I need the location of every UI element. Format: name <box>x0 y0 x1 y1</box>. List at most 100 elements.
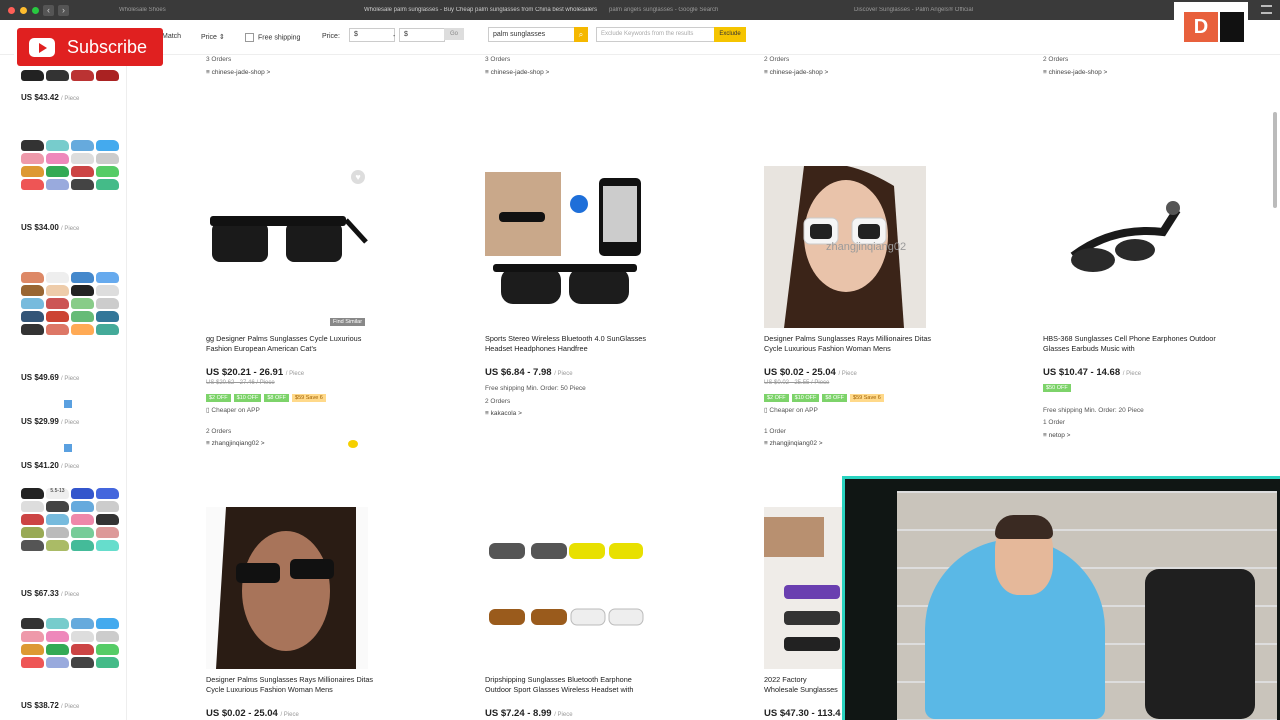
shipping-info-4: Free shipping Min. Order: 20 Piece <box>1043 407 1144 414</box>
product-title-3[interactable]: Designer Palms Sunglasses Rays Millionai… <box>764 334 939 354</box>
chair <box>1145 569 1255 719</box>
product-old-price-3: US $0.02 - 25.55 / Piece <box>764 380 830 386</box>
product-shop-1[interactable]: ≡ zhangjinqiang02 > <box>206 440 265 447</box>
product-old-price-1: US $20.62 - 27.46 / Piece <box>206 380 275 386</box>
coupon-badge[interactable]: $2 OFF <box>206 394 231 402</box>
search-icon[interactable]: ⌕ <box>574 27 588 42</box>
top-orders-2: 3 Orders <box>485 56 511 63</box>
page-scrollbar[interactable] <box>1273 112 1277 208</box>
tab-wholesale-shoes[interactable]: Wholesale Shoes <box>109 7 354 13</box>
top-shop-1[interactable]: ≡ chinese-jade-shop > <box>206 69 270 76</box>
coupon-badge[interactable]: $10 OFF <box>233 394 262 402</box>
product-price-6: US $7.24 - 8.99 / Piece <box>485 708 573 719</box>
coupon-badges-3: $2 OFF $10 OFF $8 OFF $59 Save 6 <box>764 394 887 402</box>
product-image-4[interactable] <box>1043 166 1203 328</box>
tab-google[interactable]: palm angels sunglasses - Google Search <box>599 7 844 13</box>
similar-items-sidebar: US $43.42 / Piece US $34.00 / Piece US $… <box>14 54 127 720</box>
top-shop-3[interactable]: ≡ chinese-jade-shop > <box>764 69 828 76</box>
max-price-input[interactable]: $ <box>399 28 445 42</box>
logo-bar <box>1220 12 1244 42</box>
product-title-2[interactable]: Sports Stereo Wireless Bluetooth 4.0 Sun… <box>485 334 660 354</box>
shoe-thumb-1[interactable] <box>21 70 119 81</box>
tab-palm-angels[interactable]: Discover Sunglasses - Palm Angels® Offic… <box>844 7 1089 13</box>
price-sort[interactable]: Price ⇕ <box>201 33 225 41</box>
coupon-badge[interactable]: $59 Save 6 <box>292 394 326 402</box>
size-badge: 5.5-13 <box>46 488 69 499</box>
wishlist-heart-icon[interactable]: ♥ <box>351 170 365 184</box>
product-title-1[interactable]: gg Designer Palms Sunglasses Cycle Luxur… <box>206 334 381 354</box>
product-shop-3[interactable]: ≡ zhangjinqiang02 > <box>764 440 823 447</box>
free-shipping-checkbox[interactable] <box>245 33 254 42</box>
image-watermark: zhangjinqiang02 <box>826 241 906 253</box>
shoe-thumb-6[interactable]: 5.5-13 <box>21 488 119 551</box>
product-image-6[interactable] <box>485 507 647 669</box>
top-shop-2[interactable]: ≡ chinese-jade-shop > <box>485 69 549 76</box>
close-dot[interactable] <box>8 6 15 14</box>
product-orders-3: 1 Order <box>764 428 787 435</box>
coupon-badge[interactable]: $8 OFF <box>822 394 848 402</box>
min-price-input[interactable]: $ <box>349 28 395 42</box>
free-shipping-filter[interactable]: Free shipping <box>245 33 300 42</box>
product-image-5[interactable] <box>206 507 368 669</box>
top-shop-4[interactable]: ≡ chinese-jade-shop > <box>1043 69 1107 76</box>
search-input[interactable]: palm sunglasses <box>488 27 580 42</box>
image-placeholder-icon <box>64 400 72 408</box>
product-image-2[interactable] <box>485 166 645 328</box>
minimize-dot[interactable] <box>20 6 27 14</box>
match-sort[interactable]: Match <box>162 33 181 40</box>
bluetooth-sunglasses-image <box>485 172 641 304</box>
app-note-1: ▯ Cheaper on APP <box>206 407 260 414</box>
go-button[interactable]: Go <box>444 28 464 40</box>
product-title-4[interactable]: HBS-368 Sunglasses Cell Phone Earphones … <box>1043 334 1218 354</box>
subscribe-label: Subscribe <box>67 36 148 57</box>
tab-dhgate[interactable]: Wholesale palm sunglasses - Buy Cheap pa… <box>354 7 599 13</box>
product-title-6[interactable]: Dripshipping Sunglasses Bluetooth Earpho… <box>485 675 660 695</box>
back-icon[interactable]: ‹ <box>43 4 54 16</box>
app-note-3: ▯ Cheaper on APP <box>764 407 818 414</box>
model-black-sunglasses-image <box>216 507 356 669</box>
price-label: Price: <box>322 33 340 40</box>
coupon-badge[interactable]: $50 OFF <box>1043 384 1071 392</box>
sidebar-price-6: US $67.33 / Piece <box>21 589 80 598</box>
chat-icon[interactable] <box>348 440 358 448</box>
webcam-overlay <box>842 476 1280 720</box>
shoe-thumb-7[interactable] <box>21 618 119 668</box>
shipping-info-2: Free shipping Min. Order: 50 Piece <box>485 385 586 392</box>
coupon-badge[interactable]: $8 OFF <box>264 394 290 402</box>
sidebar-price-4: US $29.99 / Piece <box>21 417 80 426</box>
exclude-input[interactable]: Exclude Keywords from the results <box>596 27 716 42</box>
price-dash: - <box>393 33 396 40</box>
sidebar-price-7: US $38.72 / Piece <box>21 701 80 710</box>
bluetooth-sport-glasses-image <box>489 543 644 626</box>
product-shop-2[interactable]: ≡ kakacola > <box>485 410 522 417</box>
subscribe-overlay[interactable]: Subscribe <box>17 28 163 66</box>
sunglasses-collection-image <box>764 517 840 651</box>
sidebar-price-5: US $41.20 / Piece <box>21 461 80 470</box>
maximize-dot[interactable] <box>32 6 39 14</box>
product-image-3[interactable]: zhangjinqiang02 <box>764 163 926 328</box>
product-shop-4[interactable]: ≡ netop > <box>1043 432 1070 439</box>
sidebar-price-2: US $34.00 / Piece <box>21 223 80 232</box>
coupon-badge[interactable]: $2 OFF <box>764 394 789 402</box>
top-orders-4: 2 Orders <box>1043 56 1069 63</box>
product-title-5[interactable]: Designer Palms Sunglasses Rays Millionai… <box>206 675 381 695</box>
product-image-7[interactable] <box>764 507 844 669</box>
coupon-badge[interactable]: $10 OFF <box>791 394 820 402</box>
hamburger-icon[interactable] <box>1261 5 1272 14</box>
shoe-thumb-3[interactable] <box>21 272 119 335</box>
exclude-button[interactable]: Exclude <box>714 27 746 42</box>
forward-icon[interactable]: › <box>58 4 69 16</box>
top-orders-3: 2 Orders <box>764 56 790 63</box>
product-title-7[interactable]: 2022 Factory Wholesale Sunglasses angles… <box>764 675 842 695</box>
image-placeholder-icon <box>64 444 72 452</box>
model-white-sunglasses-image: zhangjinqiang02 <box>784 163 906 328</box>
logo-letter: D <box>1184 12 1218 42</box>
product-price-1: US $20.21 - 26.91 / Piece <box>206 367 305 378</box>
coupon-badges-4: $50 OFF <box>1043 384 1074 392</box>
coupon-badge[interactable]: $59 Save 6 <box>850 394 884 402</box>
product-price-4: US $10.47 - 14.68 / Piece <box>1043 367 1142 378</box>
filter-bar: Match Price ⇕ Free shipping Price: $ - $… <box>0 20 1280 55</box>
shoe-thumb-2[interactable] <box>21 140 119 190</box>
product-image-1[interactable] <box>206 166 368 328</box>
find-similar-button[interactable]: Find Similar <box>330 318 366 326</box>
